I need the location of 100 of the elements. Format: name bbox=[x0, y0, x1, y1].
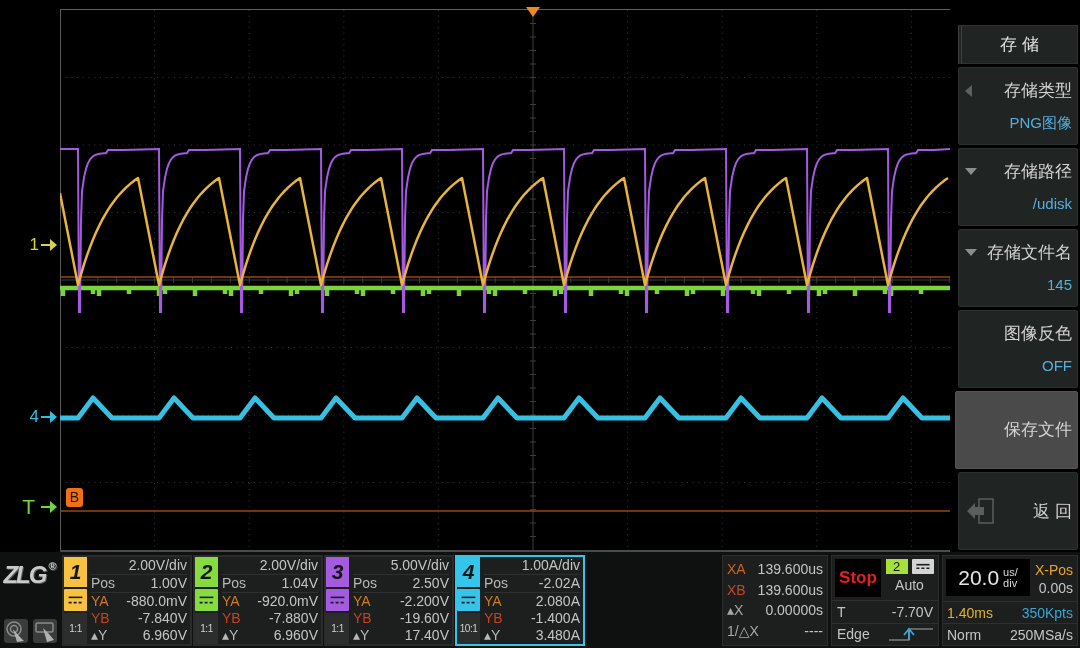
probe-ratio[interactable]: 10:1 bbox=[457, 613, 480, 644]
channel-number-badge[interactable]: 4 bbox=[457, 557, 480, 587]
trigger-level-label: T bbox=[837, 603, 846, 620]
back-button[interactable]: 返 回 bbox=[958, 472, 1078, 550]
cursor-ya-reading: -880.0mV bbox=[126, 593, 187, 610]
position-label: Pos bbox=[484, 575, 509, 592]
vertical-scale-reading: 2.00V/div bbox=[128, 557, 187, 574]
probe-ratio[interactable]: 1:1 bbox=[326, 613, 349, 644]
delta-y-label: ▴Y bbox=[222, 627, 239, 644]
run-stop-button[interactable]: Stop bbox=[835, 559, 881, 597]
cursor-ya-label: YA bbox=[222, 593, 240, 610]
record-duration: 1.40ms bbox=[947, 604, 993, 621]
position-reading: 2.50V bbox=[412, 575, 449, 592]
position-label: Pos bbox=[91, 575, 116, 592]
vertical-scale-reading: 5.00V/div bbox=[390, 557, 449, 574]
channel-marker-label[interactable]: 4 bbox=[29, 407, 39, 427]
rising-edge-icon bbox=[889, 627, 933, 642]
menu-item[interactable]: 图像反色 OFF bbox=[958, 310, 1078, 388]
timebase-unit: us/ div bbox=[1003, 566, 1018, 589]
delta-y-reading: 6.960V bbox=[142, 627, 187, 644]
cursor-ya-label: YA bbox=[484, 593, 502, 610]
probe-ratio[interactable]: 1:1 bbox=[195, 613, 218, 644]
inverse-delta-x-label: 1/△X bbox=[727, 621, 759, 641]
cursor-yb-reading: -1.400A bbox=[530, 610, 580, 627]
exit-icon bbox=[967, 498, 997, 524]
dc-coupling-icon bbox=[457, 589, 480, 611]
delta-y-label: ▴Y bbox=[353, 627, 370, 644]
trigger-type-label[interactable]: Edge bbox=[837, 626, 870, 643]
logo: ZLG$^{®}$ bbox=[3, 560, 57, 590]
channel-number-badge[interactable]: 3 bbox=[326, 557, 349, 587]
vertical-scale-reading: 2.00V/div bbox=[259, 557, 318, 574]
cursor-ya-reading: -2.200V bbox=[399, 593, 449, 610]
position-label: Pos bbox=[353, 575, 378, 592]
cursor-yb-label: YB bbox=[484, 610, 503, 627]
sample-rate: 250MSa/s bbox=[1009, 626, 1073, 643]
position-reading: 1.04V bbox=[281, 575, 318, 592]
probe-ratio[interactable]: 1:1 bbox=[64, 613, 87, 644]
cursor-yb-reading: -7.840V bbox=[137, 610, 187, 627]
touch-gesture-icon[interactable] bbox=[3, 619, 28, 643]
dc-coupling-icon bbox=[195, 589, 218, 611]
delta-y-label: ▴Y bbox=[484, 627, 501, 644]
option-value: /udisk bbox=[1031, 194, 1072, 213]
cursor-xa-label: XA bbox=[727, 560, 746, 579]
x-position-label: X-Pos bbox=[1034, 560, 1073, 579]
x-position-reading: 0.00s bbox=[1038, 578, 1073, 597]
cursor-yb-reading: -7.880V bbox=[268, 610, 318, 627]
cursor-ya-reading: 2.080A bbox=[535, 593, 580, 610]
channel-panel[interactable]: 3 1:1 5.00V/div Pos 2.50V YA -2.200V YB -19.60V ▴Y 17.40V bbox=[324, 555, 454, 646]
menu-title: 存 储 bbox=[958, 25, 1078, 64]
timebase-scale-reading: 20.0 bbox=[958, 565, 1000, 590]
memory-depth: 350Kpts bbox=[1021, 604, 1073, 621]
cursor-xa-reading: 139.600us bbox=[757, 560, 823, 579]
delta-y-reading: 6.960V bbox=[273, 627, 318, 644]
position-label: Pos bbox=[222, 575, 247, 592]
cursor-yb-reading: -19.60V bbox=[399, 610, 449, 627]
menu-item[interactable]: 存储文件名 145 bbox=[958, 229, 1078, 307]
cursor-yb-label: YB bbox=[91, 610, 110, 627]
option-value: 145 bbox=[1045, 275, 1072, 294]
trigger-mode-label[interactable]: Auto bbox=[895, 577, 924, 593]
delta-x-reading: 0.00000s bbox=[765, 601, 823, 621]
menu-item[interactable]: 存储路径 /udisk bbox=[958, 148, 1078, 226]
option-value: PNG图像 bbox=[1008, 113, 1072, 132]
touch-button-icon[interactable] bbox=[32, 619, 57, 643]
cursor-line[interactable] bbox=[60, 276, 950, 278]
dc-coupling-icon bbox=[64, 589, 87, 611]
cursor-yb-label: YB bbox=[222, 610, 241, 627]
caret-left-icon bbox=[965, 84, 972, 97]
position-reading: -2.02A bbox=[538, 575, 580, 592]
caret-down-icon bbox=[965, 168, 977, 175]
menu-item[interactable]: 保存文件 bbox=[955, 391, 1078, 469]
cursor-ya-reading: -920.0mV bbox=[257, 593, 318, 610]
dc-coupling-icon bbox=[911, 559, 934, 574]
acquisition-mode: Norm bbox=[947, 626, 982, 643]
channel-marker-label[interactable]: 1 bbox=[29, 235, 39, 255]
delta-x-label: ▴X bbox=[727, 601, 744, 621]
arrow-right-icon bbox=[41, 411, 57, 423]
dc-coupling-icon bbox=[326, 589, 349, 611]
trigger-position-icon[interactable] bbox=[526, 7, 540, 17]
option-value: OFF bbox=[1041, 356, 1072, 375]
vertical-scale-reading: 1.00A/div bbox=[521, 557, 580, 574]
frequency-reading: ---- bbox=[804, 621, 823, 641]
channel-number-badge[interactable]: 1 bbox=[64, 557, 87, 587]
channel-panel[interactable]: 4 10:1 1.00A/div Pos -2.02A YA 2.080A YB -1.400A ▴Y 3.480A bbox=[455, 555, 585, 646]
arrow-right-icon bbox=[41, 239, 57, 251]
caret-down-icon bbox=[965, 249, 977, 256]
channel-panel[interactable]: 2 1:1 2.00V/div Pos 1.04V YA -920.0mV YB -7.880V ▴Y 6.960V bbox=[193, 555, 323, 646]
channel-marker-label[interactable]: T bbox=[22, 495, 35, 519]
arrow-right-icon bbox=[41, 501, 57, 513]
channel-number-badge[interactable]: 2 bbox=[195, 557, 218, 587]
cursor-xb-label: XB bbox=[727, 580, 746, 600]
cursor-xb-reading: 139.600us bbox=[757, 580, 823, 600]
delta-y-reading: 17.40V bbox=[404, 627, 449, 644]
cursor-ya-label: YA bbox=[353, 593, 371, 610]
trigger-source-badge[interactable]: 2 bbox=[885, 559, 908, 574]
delta-y-label: ▴Y bbox=[91, 627, 108, 644]
cursor-ya-label: YA bbox=[91, 593, 109, 610]
cursor-b-label[interactable]: B bbox=[66, 488, 83, 507]
position-reading: 1.00V bbox=[150, 575, 187, 592]
menu-item[interactable]: 存储类型 PNG图像 bbox=[958, 67, 1078, 145]
channel-panel[interactable]: 1 1:1 2.00V/div Pos 1.00V YA -880.0mV YB -7.840V ▴Y 6.960V bbox=[62, 555, 192, 646]
